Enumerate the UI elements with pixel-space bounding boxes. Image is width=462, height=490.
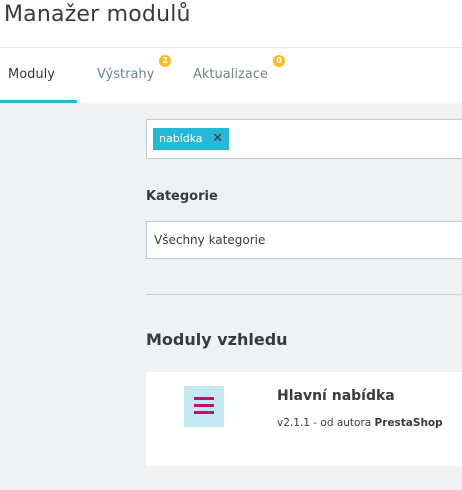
tab-vystrahy[interactable]: Výstrahy 2 [84, 48, 174, 103]
module-version: v2.1.1 - od autora [277, 417, 375, 429]
module-logo [184, 386, 224, 427]
tab-vystrahy-label: Výstrahy [97, 67, 155, 82]
tab-aktualizace-label: Aktualizace [193, 67, 268, 82]
section-title: Moduly vzhledu [146, 330, 288, 349]
module-search-input[interactable]: nabídka ✕ [146, 119, 462, 159]
active-tab-indicator [0, 100, 77, 103]
category-select[interactable]: Všechny kategorie [146, 221, 462, 259]
page-title: Manažer modulů [4, 2, 191, 27]
module-card[interactable]: Hlavní nabídka v2.1.1 - od autora Presta… [146, 372, 462, 466]
tab-aktualizace[interactable]: Aktualizace 0 [181, 48, 291, 103]
section-divider [146, 294, 462, 295]
close-icon[interactable]: ✕ [212, 128, 223, 150]
module-author: PrestaShop [374, 417, 443, 429]
tab-moduly-label: Moduly [8, 67, 55, 82]
alerts-count-badge: 2 [159, 55, 171, 67]
search-tag: nabídka ✕ [153, 128, 230, 150]
search-tag-label: nabídka [159, 132, 203, 145]
tab-moduly[interactable]: Moduly [0, 48, 77, 103]
category-selected-value: Všechny kategorie [154, 233, 266, 247]
module-meta: v2.1.1 - od autora PrestaShop [277, 417, 443, 429]
module-name[interactable]: Hlavní nabídka [277, 388, 395, 404]
category-label: Kategorie [146, 189, 218, 204]
menu-icon [194, 397, 214, 414]
page-header: Manažer modulů Moduly Výstrahy 2 Aktuali… [0, 0, 462, 103]
updates-count-badge: 0 [273, 55, 285, 67]
